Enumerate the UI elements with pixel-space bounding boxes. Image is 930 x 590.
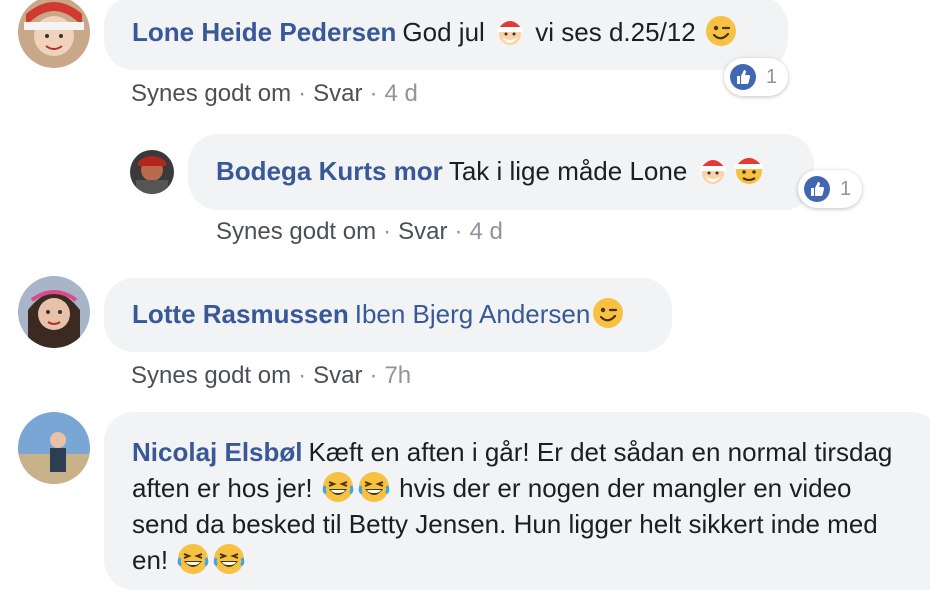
- separator: ·: [369, 80, 378, 107]
- comment-text: aften er hos jer!: [132, 473, 313, 503]
- like-reaction-icon: [804, 176, 830, 202]
- comment-author[interactable]: Nicolaj Elsbøl: [132, 437, 303, 467]
- like-reaction-icon: [730, 64, 756, 90]
- laughing-emoji-icon: [213, 543, 245, 575]
- timestamp[interactable]: 4 d: [384, 80, 417, 107]
- reaction-count-label: 1: [766, 65, 778, 88]
- comment-actions: Synes godt om · Svar · 4 d: [216, 218, 503, 246]
- laughing-emoji-icon: [358, 471, 390, 503]
- avatar-nicolaj[interactable]: [18, 412, 90, 484]
- comment-text: vi ses d.25/12: [535, 17, 696, 47]
- reaction-count-label: 1: [840, 177, 852, 200]
- comment-text: God jul: [402, 17, 485, 47]
- reply-link[interactable]: Svar: [313, 362, 362, 389]
- comment-author[interactable]: Lotte Rasmussen: [132, 299, 349, 329]
- like-link[interactable]: Synes godt om: [131, 80, 291, 107]
- tagged-user-link[interactable]: Iben Bjerg Andersen: [355, 299, 591, 329]
- like-link[interactable]: Synes godt om: [131, 362, 291, 389]
- santa-emoji-icon: [494, 15, 526, 47]
- separator: ·: [298, 362, 307, 389]
- separator: ·: [383, 218, 392, 245]
- comment-bubble: Bodega Kurts mor Tak i lige måde Lone: [188, 134, 814, 210]
- laughing-emoji-icon: [322, 471, 354, 503]
- comment-author[interactable]: Lone Heide Pedersen: [132, 17, 396, 47]
- comment-line: aften er hos jer! hvis der er nogen der …: [132, 470, 928, 506]
- santa-face-emoji-icon: [733, 154, 765, 186]
- comment-text: Kæft en aften i går! Er det sådan en nor…: [308, 437, 893, 467]
- avatar-lone[interactable]: [18, 0, 90, 68]
- reply-link[interactable]: Svar: [398, 218, 447, 245]
- comment-actions: Synes godt om · Svar · 4 d: [131, 80, 418, 108]
- timestamp[interactable]: 4 d: [469, 218, 502, 245]
- reaction-count[interactable]: 1: [798, 170, 862, 208]
- comment-author[interactable]: Bodega Kurts mor: [216, 156, 443, 186]
- santa-emoji-icon: [697, 154, 729, 186]
- comment-bubble: Nicolaj Elsbøl Kæft en aften i går! Er de…: [104, 412, 930, 590]
- comment-text: hvis der er nogen der mangler en video: [399, 473, 852, 503]
- separator: ·: [454, 218, 463, 245]
- laughing-emoji-icon: [177, 543, 209, 575]
- like-link[interactable]: Synes godt om: [216, 218, 376, 245]
- timestamp[interactable]: 7h: [384, 362, 411, 389]
- avatar-lotte[interactable]: [18, 276, 90, 348]
- reply-link[interactable]: Svar: [313, 80, 362, 107]
- comment-line: en!: [132, 542, 928, 578]
- comment-text: en!: [132, 545, 169, 575]
- comment-actions: Synes godt om · Svar · 7h: [131, 362, 411, 390]
- wink-emoji-icon: [592, 297, 624, 329]
- separator: ·: [369, 362, 378, 389]
- comment-text: Tak i lige måde Lone: [448, 156, 688, 186]
- comment-line: send da besked til Betty Jensen. Hun lig…: [132, 506, 928, 542]
- comment-text: send da besked til Betty Jensen. Hun lig…: [132, 509, 878, 539]
- comment-line: Nicolaj Elsbøl Kæft en aften i går! Er de…: [132, 434, 928, 470]
- comment-bubble: Lotte Rasmussen Iben Bjerg Andersen: [104, 278, 672, 352]
- wink-emoji-icon: [705, 15, 737, 47]
- comment-bubble: Lone Heide Pedersen God jul vi ses d.25/1…: [104, 0, 788, 70]
- separator: ·: [298, 80, 307, 107]
- reaction-count[interactable]: 1: [724, 58, 788, 96]
- avatar-bodega[interactable]: [130, 150, 174, 194]
